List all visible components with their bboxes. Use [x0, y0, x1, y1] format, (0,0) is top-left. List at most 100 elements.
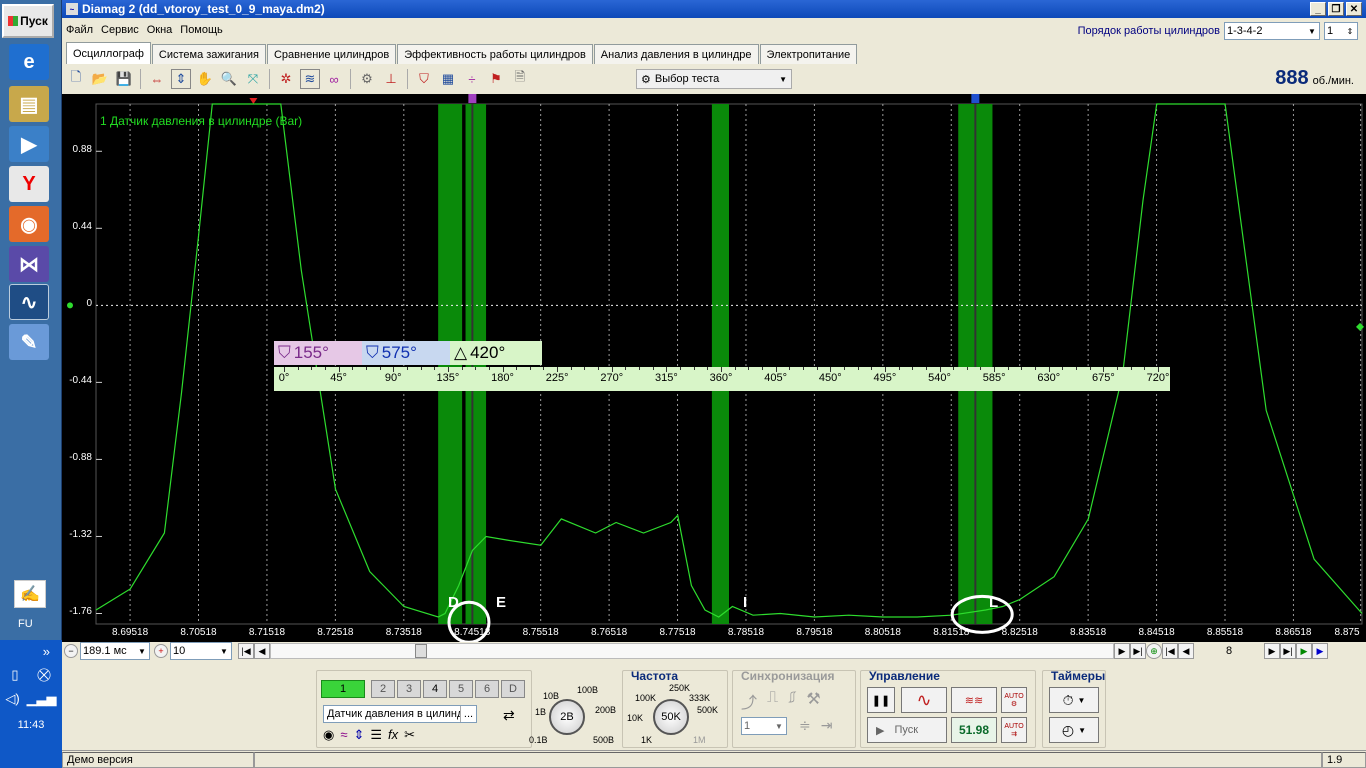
- close-button[interactable]: ✕: [1346, 2, 1362, 16]
- channel-2-button[interactable]: 2: [371, 680, 395, 698]
- vs-icon[interactable]: ⋈: [9, 246, 49, 282]
- timer-1-button[interactable]: ⏱ ▼: [1049, 687, 1099, 713]
- cylinder-order-select[interactable]: 1-3-4-2 ▼: [1224, 22, 1320, 40]
- report-icon[interactable]: 🗎: [510, 69, 530, 89]
- open-folder-icon[interactable]: 📂: [90, 69, 110, 89]
- function-icon[interactable]: fx: [388, 727, 398, 743]
- filter-icon[interactable]: ⛉: [414, 69, 434, 89]
- tab-oscilloscope[interactable]: Осциллограф: [66, 42, 151, 64]
- network-icon[interactable]: ⛒: [37, 667, 50, 683]
- falling-edge-icon[interactable]: ⎎: [788, 689, 796, 713]
- sine-mode-button[interactable]: ∿: [901, 687, 947, 713]
- play-blue-icon[interactable]: ▶: [1312, 643, 1328, 659]
- wave-stack-icon[interactable]: ≋: [300, 69, 320, 89]
- auto-button-2[interactable]: AUTO ⇉: [1001, 717, 1027, 743]
- rising-edge-icon[interactable]: ⤴: [741, 689, 757, 713]
- scale-icon[interactable]: ⇕: [353, 727, 364, 743]
- waveform-icon[interactable]: ≈: [340, 727, 347, 743]
- media-icon[interactable]: ▶: [9, 126, 49, 162]
- channel-1-button[interactable]: 1: [321, 680, 365, 698]
- scope-scrollbar[interactable]: [270, 643, 1114, 659]
- tab-pressure-analysis[interactable]: Анализ давления в цилиндре: [593, 44, 759, 64]
- save-icon[interactable]: 💾: [114, 69, 134, 89]
- yandex-icon[interactable]: Y: [9, 166, 49, 202]
- channel-4-button[interactable]: 4: [423, 680, 447, 698]
- eye-toggle-icon[interactable]: ◉: [323, 727, 334, 743]
- pulse-icon[interactable]: ⎍: [767, 689, 778, 713]
- volume-icon[interactable]: ◁): [5, 691, 19, 707]
- test-select[interactable]: ⚙ Выбор теста ▼: [636, 69, 792, 89]
- menu-service[interactable]: Сервис: [101, 24, 139, 36]
- language-indicator[interactable]: FU: [18, 618, 33, 630]
- zoom-select[interactable]: 10 ▼: [170, 642, 232, 660]
- sensor-field[interactable]: Датчик давления в цилиндре ...: [323, 705, 477, 723]
- timer-2-button[interactable]: ◴ ▼: [1049, 717, 1099, 743]
- auto-mode-icon[interactable]: ⚙: [357, 69, 377, 89]
- eye-icon[interactable]: ◉: [9, 206, 49, 242]
- sync-level-icon[interactable]: ≑: [799, 717, 811, 734]
- sync-select[interactable]: 1 ▼: [741, 717, 787, 735]
- first-page-icon[interactable]: |◀: [238, 643, 254, 659]
- menu-windows[interactable]: Окна: [147, 24, 173, 36]
- sensor-browse-button[interactable]: ...: [460, 706, 476, 722]
- notepad-icon[interactable]: ✍: [14, 580, 46, 608]
- tab-cylinder-efficiency[interactable]: Эффективность работы цилиндров: [397, 44, 593, 64]
- timebase-select[interactable]: 189.1 мс ▼: [80, 642, 150, 660]
- ie-icon[interactable]: e: [9, 44, 49, 80]
- minimize-button[interactable]: _: [1310, 2, 1326, 16]
- tab-power[interactable]: Электропитание: [759, 44, 858, 64]
- vertical-zoom-icon[interactable]: ⇕: [171, 69, 191, 89]
- page-prev-icon[interactable]: ◀: [1178, 643, 1194, 659]
- lines-icon[interactable]: ☰: [370, 727, 382, 743]
- explorer-icon[interactable]: ▤: [9, 86, 49, 122]
- channel-6-button[interactable]: 6: [475, 680, 499, 698]
- last-page-icon[interactable]: ▶|: [1130, 643, 1146, 659]
- start-run-button[interactable]: ▶ Пуск: [867, 717, 947, 743]
- overlay-icon[interactable]: ∞: [324, 69, 344, 89]
- sync-shift-icon[interactable]: ⇥: [821, 717, 833, 734]
- angle-ruler[interactable]: 0° 45° 90° 135° 180° 225° 270° 315° 360° 405° 450°…: [274, 367, 1170, 391]
- auto-button-1[interactable]: AUTO ⚙: [1001, 687, 1027, 713]
- page-last-icon[interactable]: ▶|: [1280, 643, 1296, 659]
- battery-icon[interactable]: ▯: [11, 667, 18, 683]
- next-icon[interactable]: ▶: [1114, 643, 1130, 659]
- rewind-icon[interactable]: |◀: [1162, 643, 1178, 659]
- paint-icon[interactable]: ✎: [9, 324, 49, 360]
- restore-button[interactable]: ❐: [1328, 2, 1344, 16]
- flag-icon[interactable]: ⚑: [486, 69, 506, 89]
- tools-icon[interactable]: ✂: [404, 727, 415, 743]
- signal-icon[interactable]: ▁▃▅: [27, 691, 57, 707]
- expand-icon[interactable]: ✲: [276, 69, 296, 89]
- cylinder-spinner[interactable]: 1 ⇕: [1324, 22, 1358, 40]
- zero-marker-icon[interactable]: ⊥: [381, 69, 401, 89]
- fit-icon[interactable]: ⤧: [243, 69, 263, 89]
- new-file-icon[interactable]: 🗋: [66, 69, 86, 89]
- tab-ignition[interactable]: Система зажигания: [151, 44, 266, 64]
- channel-d-button[interactable]: D: [501, 680, 525, 698]
- pause-button[interactable]: ❚❚: [867, 687, 895, 713]
- add-icon[interactable]: ⊕: [1146, 643, 1162, 659]
- menu-file[interactable]: Файл: [66, 24, 93, 36]
- start-button[interactable]: Пуск: [2, 4, 54, 38]
- play-icon[interactable]: ▶: [1296, 643, 1312, 659]
- channel-5-button[interactable]: 5: [449, 680, 473, 698]
- magnifier-icon[interactable]: 🔍: [219, 69, 239, 89]
- title-bar[interactable]: ~ Diamag 2 (dd_vtoroy_test_0_9_maya.dm2)…: [62, 0, 1366, 18]
- grid-icon[interactable]: ▦: [438, 69, 458, 89]
- voltage-knob[interactable]: 2B: [549, 699, 585, 735]
- tab-cylinder-compare[interactable]: Сравнение цилиндров: [266, 44, 397, 64]
- frequency-knob[interactable]: 50K: [653, 699, 689, 735]
- prev-icon[interactable]: ◀: [254, 643, 270, 659]
- oscilloscope-view[interactable]: 0.88 0.44 0 -0.44 -0.88 -1.32 -1.76 8.69518 8.7…: [62, 94, 1366, 642]
- channel-3-button[interactable]: 3: [397, 680, 421, 698]
- cursor-mode-icon[interactable]: ⇔: [147, 69, 167, 89]
- page-next-icon[interactable]: ▶: [1264, 643, 1280, 659]
- split-icon[interactable]: ÷: [462, 69, 482, 89]
- menu-help[interactable]: Помощь: [180, 24, 223, 36]
- sync-tool-icon[interactable]: ⚒: [806, 689, 820, 713]
- tray-expand-icon[interactable]: »: [0, 640, 62, 663]
- sensor-settings-icon[interactable]: ⇄: [503, 707, 515, 724]
- zoom-in-icon[interactable]: +: [154, 644, 168, 658]
- hand-pan-icon[interactable]: ✋: [195, 69, 215, 89]
- clock[interactable]: 11:43: [0, 719, 62, 731]
